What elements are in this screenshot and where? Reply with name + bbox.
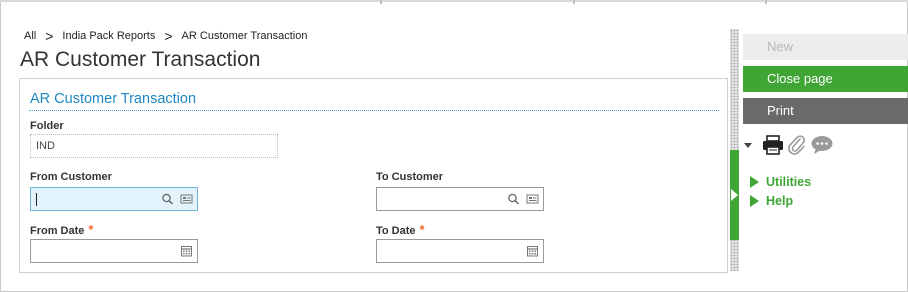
search-icon[interactable] xyxy=(161,193,175,205)
text-cursor xyxy=(36,193,37,206)
breadcrumb-item-current: AR Customer Transaction xyxy=(181,30,308,42)
required-marker: * xyxy=(88,222,94,237)
breadcrumb-item-all[interactable]: All xyxy=(24,30,36,42)
calendar-icon[interactable] xyxy=(526,245,540,257)
collapse-arrow-icon[interactable] xyxy=(731,189,738,201)
toolbar-icons xyxy=(744,133,834,157)
utilities-link[interactable]: Utilities xyxy=(750,175,811,189)
form-panel: AR Customer Transaction Folder IND From … xyxy=(19,78,728,273)
breadcrumb-item-india-pack-reports[interactable]: India Pack Reports xyxy=(62,30,155,42)
expand-triangle-icon xyxy=(750,195,759,207)
breadcrumb-separator: > xyxy=(45,27,54,44)
close-page-button[interactable]: Close page xyxy=(743,66,908,92)
to-customer-field[interactable] xyxy=(376,187,544,211)
search-icon[interactable] xyxy=(507,193,521,205)
help-label: Help xyxy=(766,194,794,208)
folder-value: IND xyxy=(36,140,55,152)
expand-triangle-icon xyxy=(750,176,759,188)
to-date-field[interactable] xyxy=(376,239,544,263)
section-divider xyxy=(29,110,719,111)
folder-label: Folder xyxy=(30,120,64,132)
page-title: AR Customer Transaction xyxy=(20,48,261,71)
to-customer-label: To Customer xyxy=(376,171,444,183)
help-link[interactable]: Help xyxy=(750,194,793,208)
from-customer-field[interactable] xyxy=(30,187,198,211)
from-customer-label: From Customer xyxy=(30,171,112,183)
to-date-label: To Date * xyxy=(376,222,425,237)
to-date-label-text: To Date xyxy=(376,225,416,237)
from-date-label: From Date * xyxy=(30,222,93,237)
lookup-list-icon[interactable] xyxy=(526,193,540,205)
printer-icon[interactable] xyxy=(762,135,784,155)
folder-field: IND xyxy=(30,134,278,158)
comment-icon[interactable] xyxy=(810,135,834,155)
top-border xyxy=(0,0,908,4)
breadcrumb: All > India Pack Reports > AR Customer T… xyxy=(24,27,308,44)
utilities-label: Utilities xyxy=(766,175,812,189)
lookup-list-icon[interactable] xyxy=(180,193,194,205)
required-marker: * xyxy=(419,222,425,237)
print-button[interactable]: Print xyxy=(743,98,908,124)
new-button[interactable]: New xyxy=(743,34,908,60)
calendar-icon[interactable] xyxy=(180,245,194,257)
dropdown-caret-icon[interactable] xyxy=(744,142,752,148)
from-date-label-text: From Date xyxy=(30,225,85,237)
breadcrumb-separator: > xyxy=(164,27,173,44)
from-date-field[interactable] xyxy=(30,239,198,263)
paperclip-icon[interactable] xyxy=(787,134,807,156)
section-title[interactable]: AR Customer Transaction xyxy=(30,91,196,107)
